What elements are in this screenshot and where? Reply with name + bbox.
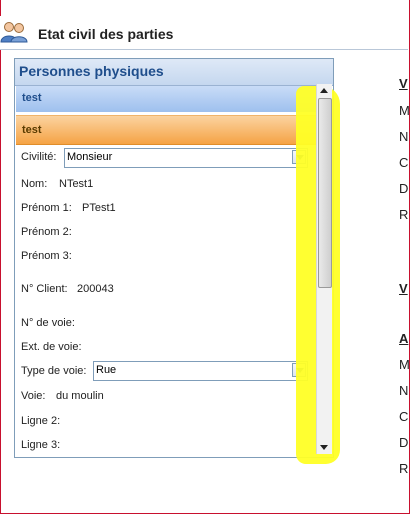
civilite-value: Monsieur — [67, 151, 113, 163]
scroll-down-icon[interactable] — [317, 440, 332, 454]
right-label: D — [399, 435, 409, 450]
right-label: R — [399, 461, 409, 476]
num-voie-label: N° de voie: — [21, 317, 75, 329]
ligne3-label: Ligne 3: — [21, 439, 61, 451]
panel-title: Personnes physiques — [19, 63, 164, 79]
prenom1-value: PTest1 — [82, 202, 116, 214]
right-heading: V — [399, 76, 408, 91]
nom-label: Nom: — [21, 178, 48, 190]
users-icon — [0, 22, 28, 43]
nom-value: NTest1 — [59, 178, 94, 190]
prenom3-label: Prénom 3: — [21, 250, 72, 262]
right-heading: A — [399, 331, 409, 346]
type-voie-value: Rue — [96, 364, 117, 376]
right-label: C — [399, 409, 409, 424]
scroll-up-icon[interactable] — [317, 84, 332, 98]
right-label: R — [399, 207, 409, 222]
scroll-thumb[interactable] — [318, 98, 332, 288]
civilite-select[interactable]: Monsieur — [64, 148, 308, 168]
type-voie-label: Type de voie: — [21, 365, 87, 377]
type-voie-select[interactable]: Rue — [93, 361, 308, 381]
person-row[interactable]: test — [16, 86, 319, 112]
person-row-label: test — [22, 92, 42, 104]
right-label: C — [399, 155, 409, 170]
right-label: M — [399, 103, 410, 118]
client-label: N° Client: — [21, 283, 68, 295]
right-label: N — [399, 129, 409, 144]
vertical-scrollbar[interactable] — [316, 84, 332, 454]
person-row-label: test — [22, 124, 42, 136]
right-heading: V — [399, 281, 408, 296]
personnes-physiques-panel: Personnes physiques test test Civilité: … — [14, 58, 334, 458]
voie-label: Voie: — [21, 390, 46, 402]
panel-header: Personnes physiques — [15, 59, 333, 86]
voie-value: du moulin — [56, 390, 104, 402]
right-label: N — [399, 383, 409, 398]
ext-voie-label: Ext. de voie: — [21, 341, 82, 353]
right-label: M — [399, 357, 410, 372]
prenom1-label: Prénom 1: — [21, 202, 72, 214]
right-label: D — [399, 181, 409, 196]
ligne2-label: Ligne 2: — [21, 415, 61, 427]
person-row-selected[interactable]: test — [16, 115, 319, 145]
client-value: 200043 — [77, 283, 114, 295]
section-title: Etat civil des parties — [38, 26, 174, 42]
civilite-label: Civilité: — [21, 151, 57, 163]
prenom2-label: Prénom 2: — [21, 226, 72, 238]
